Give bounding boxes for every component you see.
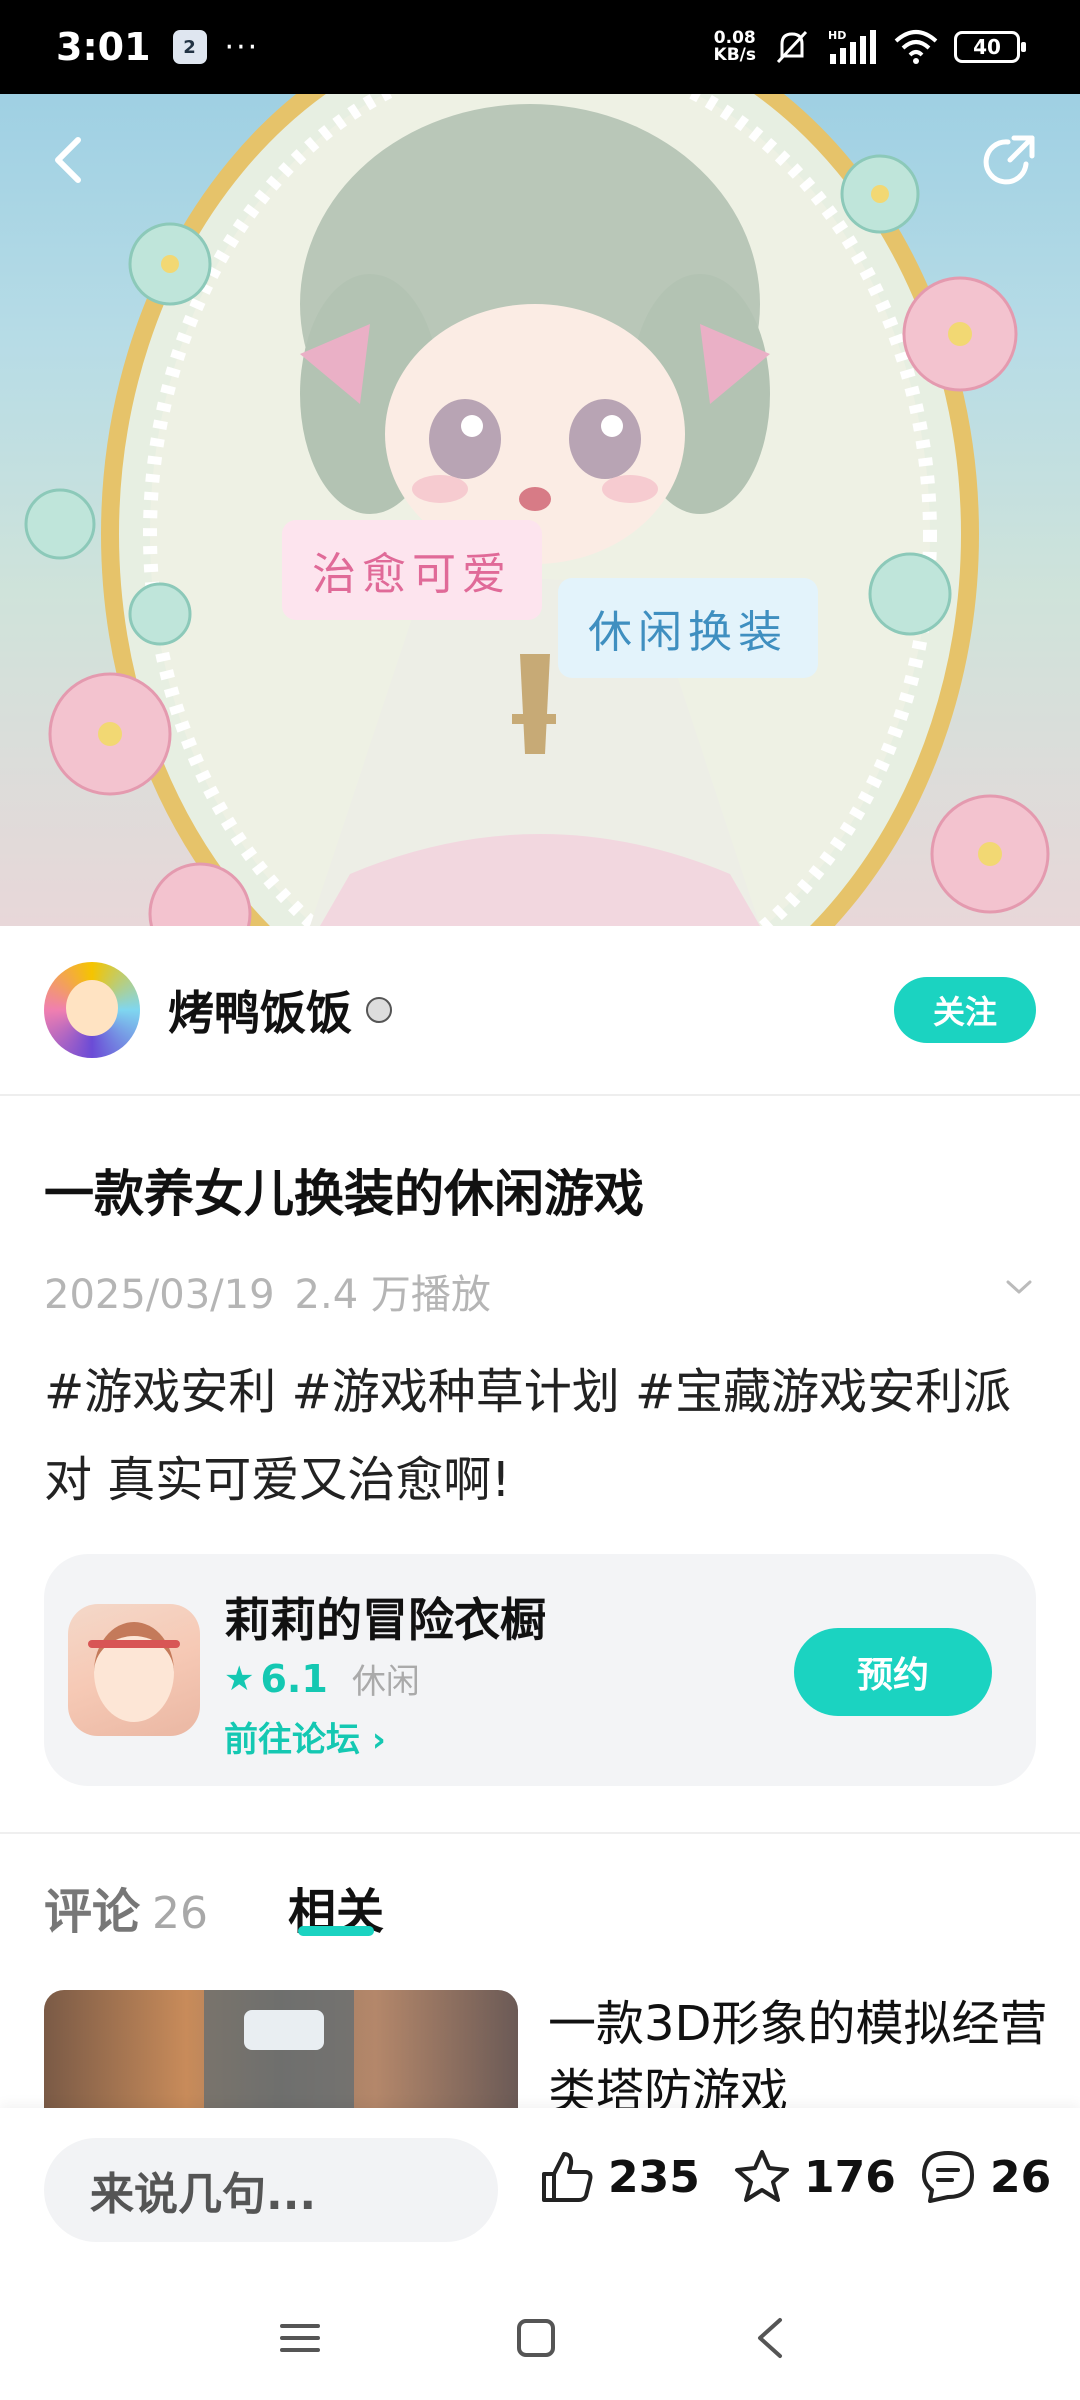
game-rating: 6.1 [260, 1656, 328, 1701]
status-time: 3:01 [56, 25, 151, 69]
author-row: 烤鸭饭饭 关注 [0, 926, 1080, 1096]
comment-input[interactable]: 来说几句... [44, 2138, 498, 2242]
favorite-count: 176 [804, 2151, 896, 2203]
star-outline-icon [735, 2150, 789, 2202]
nav-back-icon[interactable] [748, 2314, 792, 2362]
battery-icon: 40 [954, 31, 1026, 63]
game-name[interactable]: 莉莉的冒险衣橱 [224, 1584, 546, 1650]
hero-tag-dressup: 休闲换装 [558, 578, 818, 678]
thumbs-up-icon [542, 2152, 593, 2202]
signal-icon: HD [828, 29, 876, 64]
active-tab-indicator [298, 1926, 374, 1936]
hero-image[interactable]: 治愈可爱 休闲换装 [0, 94, 1080, 926]
svg-text:HD: HD [828, 29, 846, 42]
game-genre: 休闲 [351, 1662, 420, 1702]
tab-comments[interactable]: 评论 26 [44, 1872, 208, 1942]
network-speed: 0.08 KB/s [714, 30, 756, 64]
post-body: #游戏安利 #游戏种草计划 #宝藏游戏安利派对 真实可爱又治愈啊! [44, 1364, 1012, 1508]
favorite-button[interactable]: 176 [732, 2148, 896, 2206]
comment-count: 26 [990, 2151, 1052, 2203]
follow-button[interactable]: 关注 [894, 977, 1036, 1043]
like-button[interactable]: 235 [538, 2148, 700, 2206]
related-video-title[interactable]: 一款3D形象的模拟经营类塔防游戏 [548, 1990, 1048, 2108]
post-title: 一款养女儿换装的休闲游戏 [44, 1165, 644, 1223]
wifi-icon [894, 30, 938, 64]
bottom-action-bar: 来说几句... 235 176 26 [0, 2108, 1080, 2278]
comment-bubble-icon [922, 2151, 974, 2203]
status-bar: 3:01 2 ··· 0.08 KB/s HD 40 [0, 0, 1080, 94]
section-divider [0, 1832, 1080, 1834]
network-speed-unit: KB/s [713, 45, 756, 65]
hero-illustration [24, 94, 1050, 926]
like-count: 235 [608, 2151, 700, 2203]
more-notifications-icon: ··· [224, 29, 260, 65]
reserve-button[interactable]: 预约 [794, 1628, 992, 1716]
post-plays: 2.4 万播放 [294, 1272, 491, 1318]
notification-icon: 2 [172, 30, 207, 64]
forum-link[interactable]: 前往论坛 › [224, 1712, 386, 1761]
author-badge-icon [366, 997, 392, 1023]
chevron-down-icon[interactable] [1004, 1272, 1034, 1302]
related-video-thumbnail[interactable] [44, 1990, 518, 2108]
avatar[interactable] [44, 962, 140, 1058]
game-card[interactable]: 莉莉的冒险衣橱 ★ 6.1 休闲 前往论坛 › 预约 [44, 1554, 1036, 1786]
tab-comments-label: 评论 [44, 1884, 141, 1940]
post-date: 2025/03/19 [44, 1272, 275, 1318]
post-meta: 2025/03/19 2.4 万播放 [44, 1262, 491, 1320]
menu-icon[interactable] [278, 2316, 322, 2360]
thumbnail-dialog [244, 2010, 324, 2050]
status-indicators: 0.08 KB/s HD 40 [714, 28, 1026, 66]
back-arrow-icon[interactable] [40, 130, 100, 190]
home-icon[interactable] [514, 2316, 558, 2360]
author-name[interactable]: 烤鸭饭饭 [168, 977, 352, 1043]
hero-tag-healing: 治愈可爱 [282, 520, 542, 620]
game-app-icon[interactable] [68, 1604, 200, 1736]
system-nav-bar [0, 2278, 1080, 2400]
game-rating-row: ★ 6.1 休闲 [224, 1654, 420, 1703]
share-icon[interactable] [978, 130, 1040, 192]
star-icon: ★ [224, 1658, 255, 1699]
comment-button[interactable]: 26 [918, 2148, 1051, 2206]
tab-comments-count: 26 [152, 1888, 209, 1939]
mute-icon [776, 30, 808, 64]
